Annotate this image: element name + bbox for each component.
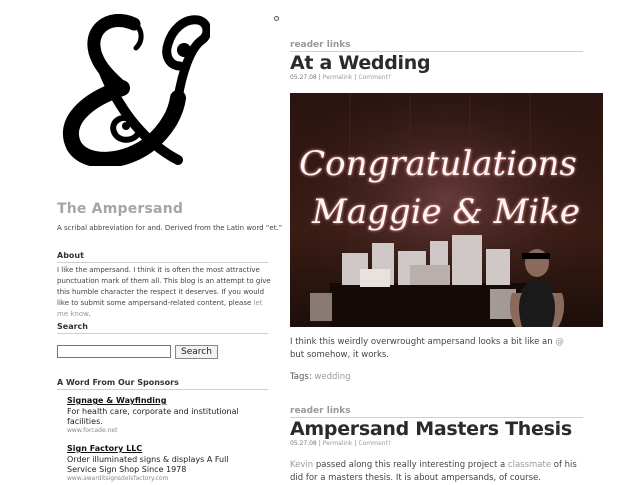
post-meta: 05.27.08 | Permalink | Comment? — [290, 440, 391, 447]
site-title[interactable]: The Ampersand — [57, 201, 183, 217]
search-input[interactable] — [57, 345, 171, 358]
wedding-photo: Congratulations Congratulations Maggie &… — [290, 93, 603, 327]
about-body: I like the ampersand. I think it is ofte… — [57, 266, 271, 307]
search-button[interactable]: Search — [175, 345, 218, 359]
ad-url[interactable]: www.forcade.net — [67, 427, 117, 434]
site-tagline: A scribal abbreviation for and. Derived … — [57, 224, 283, 232]
post-title[interactable]: At a Wedding — [290, 52, 431, 74]
ampersand-logo — [62, 14, 210, 166]
kevin-link[interactable]: Kevin — [290, 460, 313, 470]
about-divider — [57, 262, 268, 263]
about-heading: About — [57, 251, 84, 260]
post-category[interactable]: reader links — [290, 40, 351, 50]
classmate-link[interactable]: classmate — [508, 460, 551, 470]
projection-text-line1: Congratulations — [299, 144, 577, 184]
post-body-text: passed along this really interesting pro… — [313, 460, 508, 470]
post-body-text: I think this weirdly overwrought ampersa… — [290, 337, 556, 347]
ad-description: Order illuminated signs & displays A Ful… — [67, 455, 229, 474]
tags-label: Tags: — [290, 372, 315, 382]
permalink-link[interactable]: Permalink — [323, 440, 353, 447]
comment-link[interactable]: Comment? — [358, 440, 391, 447]
ad-title[interactable]: Sign Factory LLC — [67, 444, 142, 453]
projection-text-line2: Maggie & Mike — [311, 192, 580, 232]
ad-description: For health care, corporate and instituti… — [67, 407, 239, 426]
sponsors-heading: A Word From Our Sponsors — [57, 378, 179, 387]
post-date: 05.27.08 — [290, 74, 317, 81]
cursor-marker — [274, 16, 279, 21]
post-category[interactable]: reader links — [290, 406, 351, 416]
search-divider — [57, 333, 268, 334]
post-date: 05.27.08 — [290, 440, 317, 447]
sponsors-divider — [57, 389, 268, 390]
post-title[interactable]: Ampersand Masters Thesis — [290, 418, 572, 440]
search-heading: Search — [57, 322, 88, 331]
ad-url[interactable]: www.awarditsignsdelsfactory.com — [67, 475, 168, 482]
comment-link[interactable]: Comment? — [358, 74, 391, 81]
ad-title[interactable]: Signage & Wayfinding — [67, 396, 166, 405]
about-text: I like the ampersand. I think it is ofte… — [57, 265, 272, 320]
post-tags: Tags: wedding — [290, 372, 351, 382]
post-body: I think this weirdly overwrought ampersa… — [290, 336, 580, 362]
tag-link-wedding[interactable]: wedding — [314, 372, 350, 382]
post-meta: 05.27.08 | Permalink | Comment? — [290, 74, 391, 81]
post-body-text: but somehow, it works. — [290, 350, 389, 360]
at-sign-link[interactable]: @ — [555, 337, 564, 347]
post-body: Kevin passed along this really interesti… — [290, 459, 580, 485]
permalink-link[interactable]: Permalink — [323, 74, 353, 81]
about-end: . — [88, 310, 91, 318]
